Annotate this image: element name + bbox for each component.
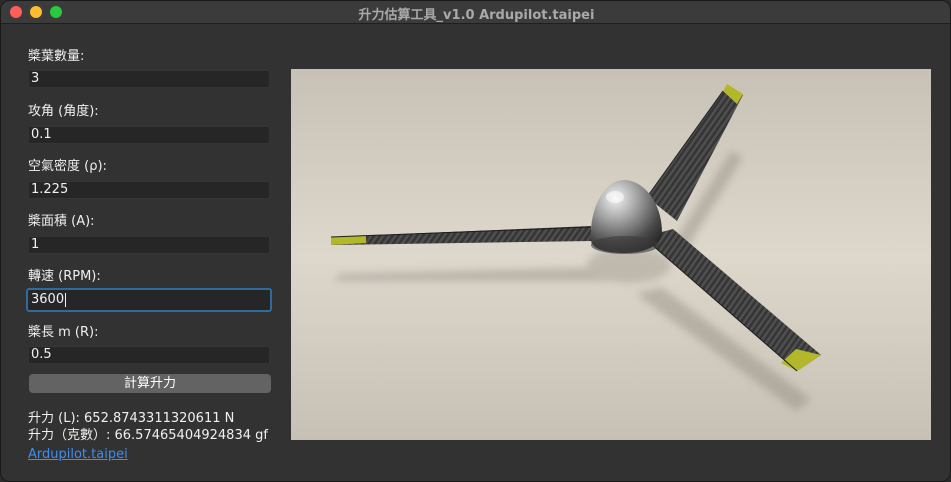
propeller-illustration [291, 69, 931, 440]
attack-angle-input[interactable]: 0.1 [28, 126, 270, 144]
rpm-input-value: 3600 [31, 292, 65, 307]
app-window: 升力估算工具_v1.0 Ardupilot.taipei 槳葉數量: 3 攻角 … [0, 0, 951, 482]
air-density-input[interactable]: 1.225 [28, 181, 270, 199]
blade-area-label: 槳面積 (A): [28, 214, 95, 229]
text-caret [65, 292, 67, 307]
title-bar: 升力估算工具_v1.0 Ardupilot.taipei [1, 1, 950, 24]
lift-result-grams: 升力（克數）: 66.57465404924834 gf [28, 428, 268, 443]
attack-angle-label: 攻角 (角度): [28, 104, 99, 119]
blade-length-label: 槳長 m (R): [28, 325, 99, 340]
rpm-input[interactable]: 3600 [26, 288, 272, 312]
window-title: 升力估算工具_v1.0 Ardupilot.taipei [358, 8, 595, 23]
blade-length-input[interactable]: 0.5 [28, 346, 270, 364]
calculate-lift-button[interactable]: 計算升力 [29, 374, 271, 393]
blade-count-label: 槳葉數量: [28, 49, 85, 64]
blade-count-input[interactable]: 3 [28, 70, 270, 88]
propeller-image [291, 69, 931, 440]
ardupilot-link[interactable]: Ardupilot.taipei [28, 447, 128, 462]
rpm-label: 轉速 (RPM): [28, 269, 101, 284]
air-density-label: 空氣密度 (ρ): [28, 159, 107, 174]
blade-area-input[interactable]: 1 [28, 236, 270, 254]
